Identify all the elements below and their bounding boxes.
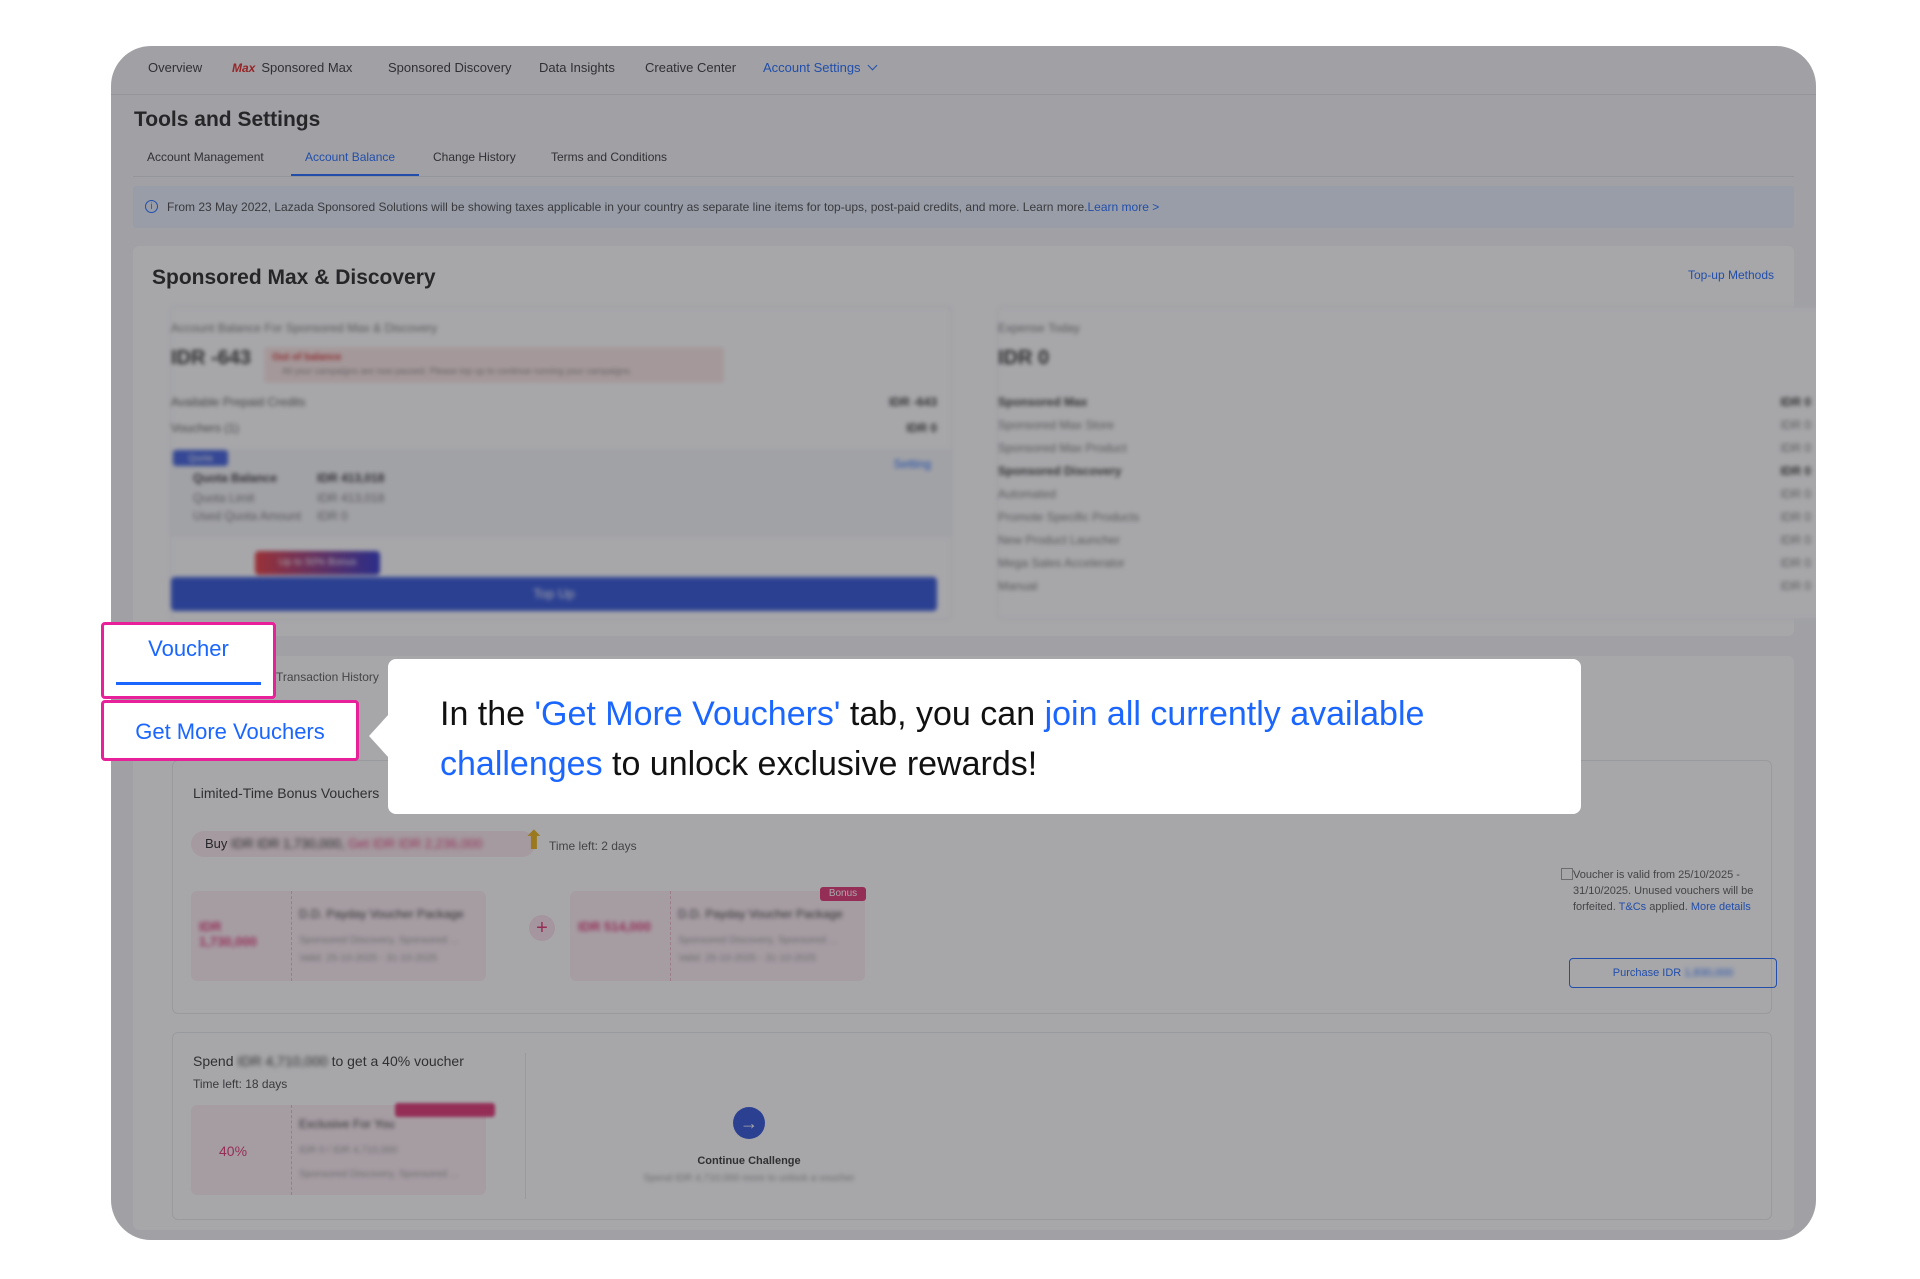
callout-highlight1: 'Get More Vouchers'	[534, 695, 841, 733]
callout-pointer	[369, 714, 389, 758]
callout-part2: tab, you can	[840, 695, 1045, 733]
callout-part3: to unlock exclusive rewards!	[602, 745, 1038, 783]
tab-voucher-label: Voucher	[148, 636, 229, 661]
subtab-get-more-vouchers[interactable]: Get More Vouchers	[101, 700, 359, 761]
callout-text: In the 'Get More Vouchers' tab, you can …	[440, 689, 1550, 789]
tab-voucher[interactable]: Voucher	[101, 622, 276, 699]
tab-voucher-underline	[116, 682, 261, 685]
tutorial-callout: In the 'Get More Vouchers' tab, you can …	[388, 659, 1581, 814]
dim-overlay	[111, 46, 1816, 1240]
get-more-vouchers-label: Get More Vouchers	[135, 719, 325, 744]
callout-part1: In the	[440, 695, 535, 733]
